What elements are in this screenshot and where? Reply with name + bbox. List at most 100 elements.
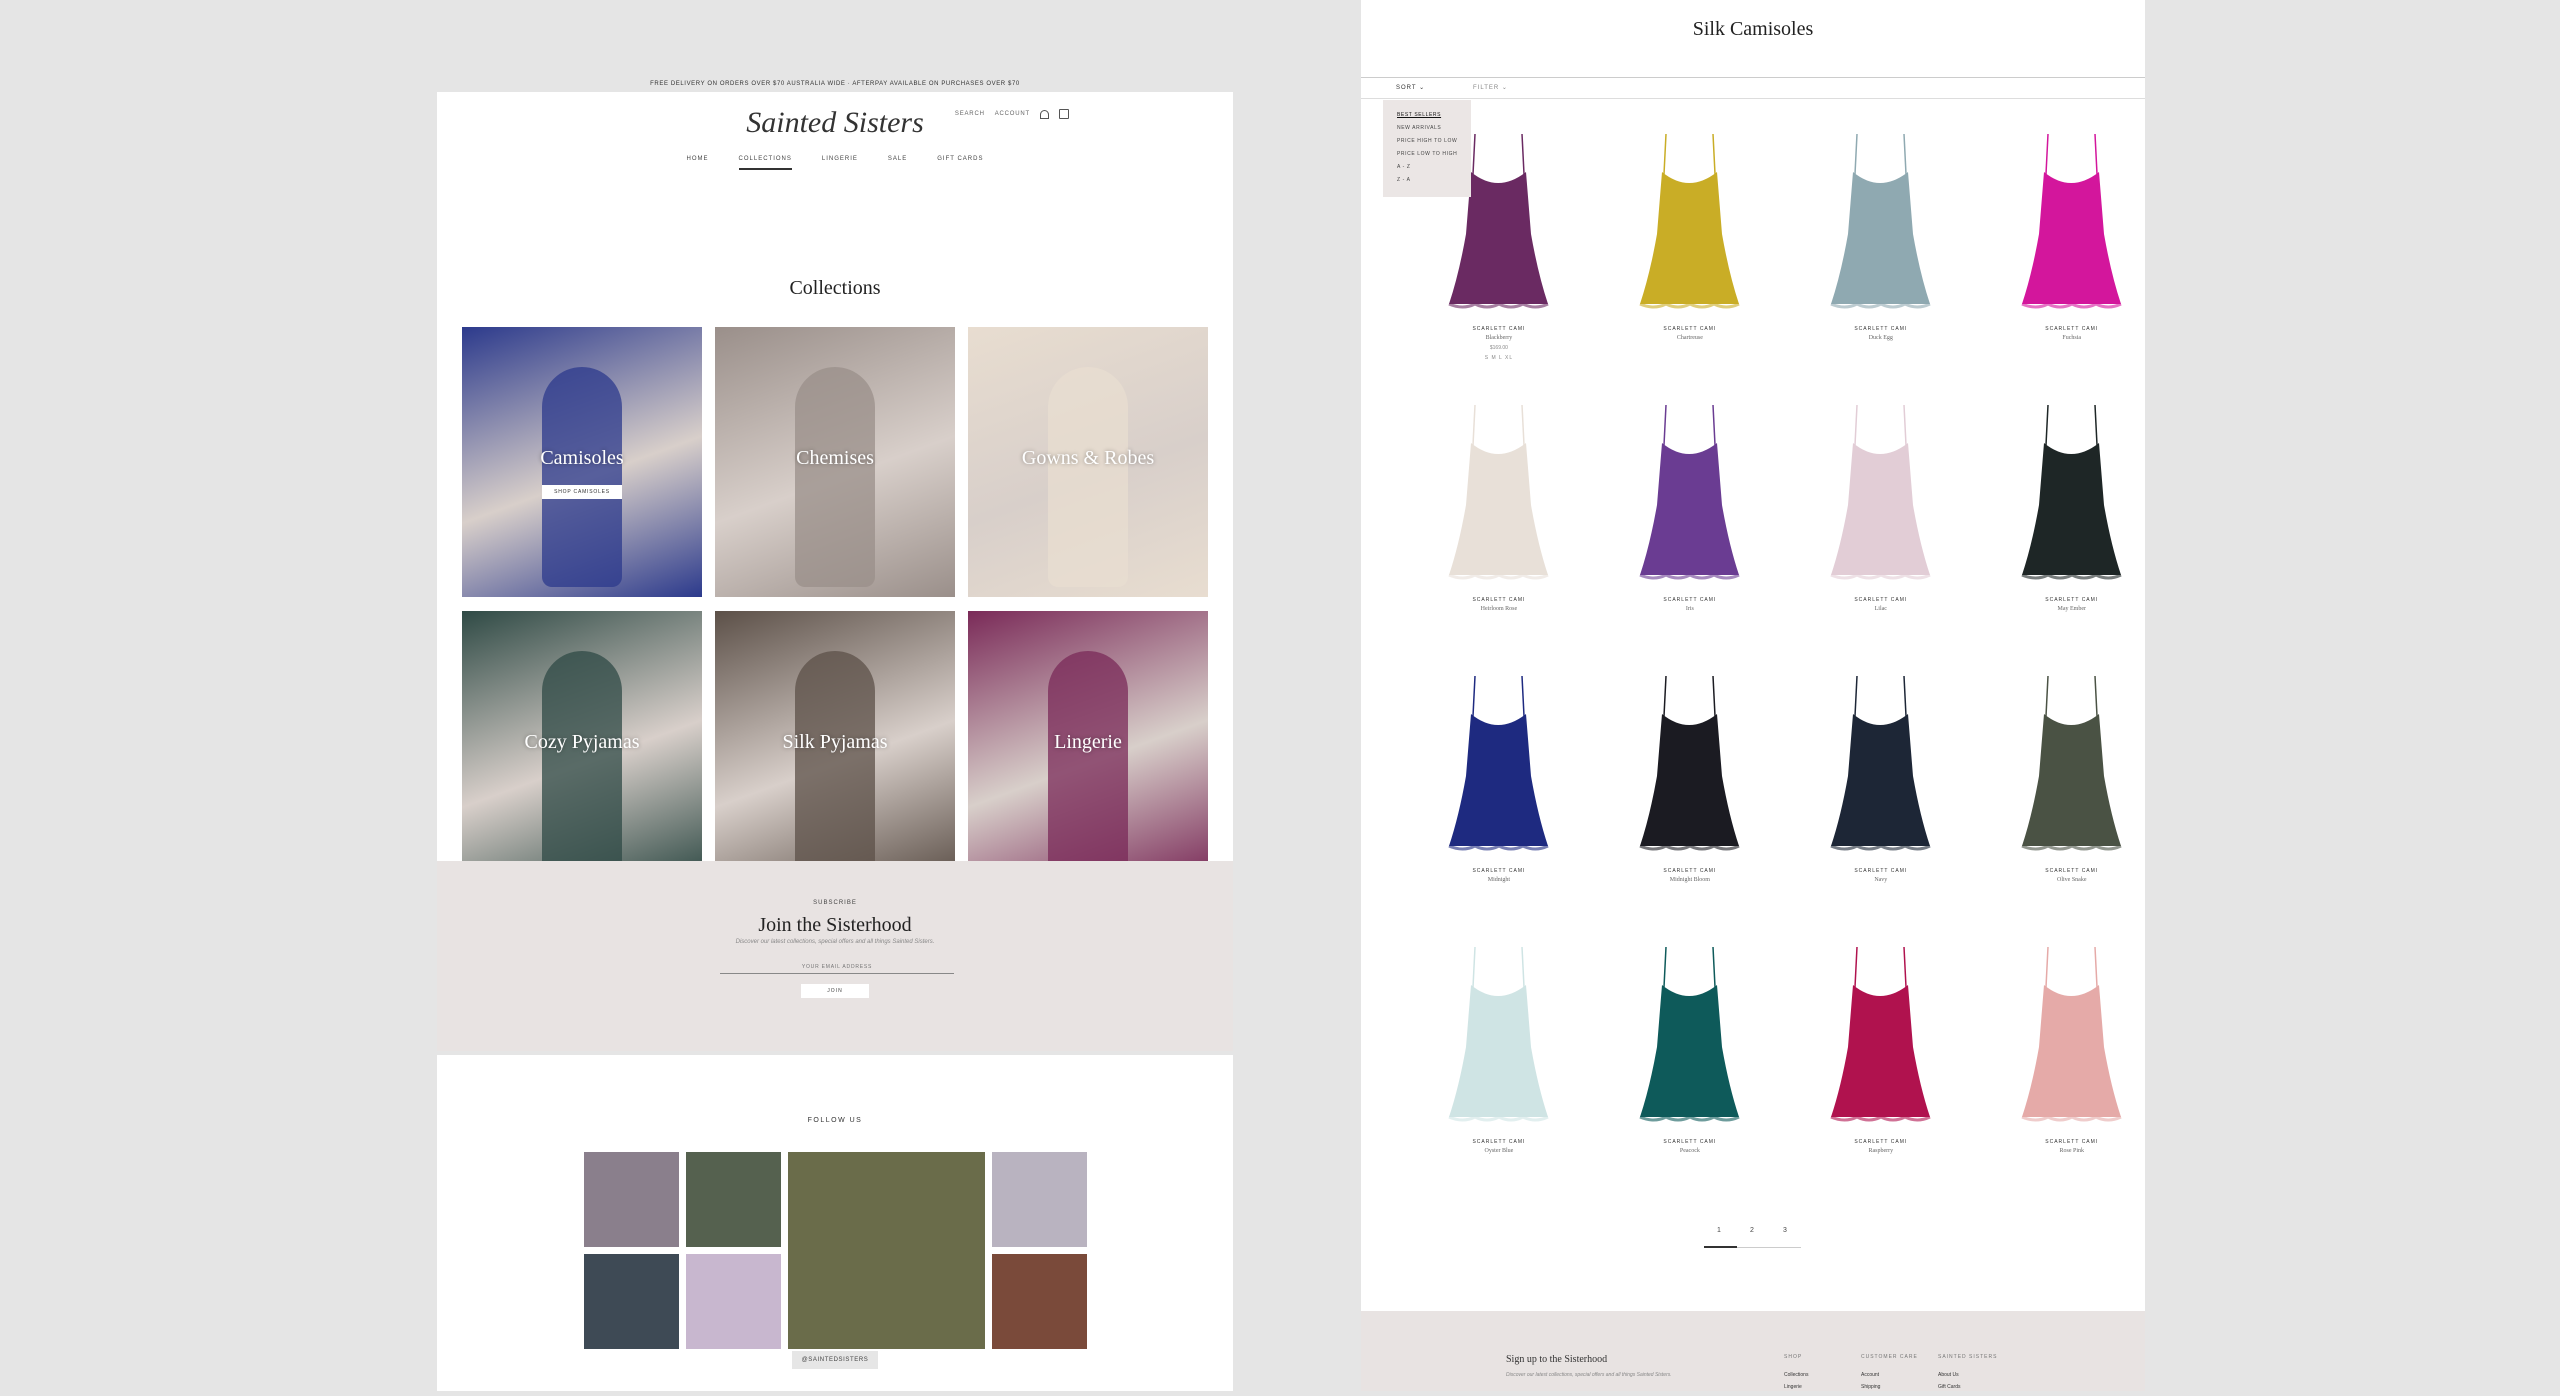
cami-strap xyxy=(1854,946,1859,988)
collection-tile-cozy-pyjamas[interactable]: Cozy Pyjamas xyxy=(462,611,702,881)
collection-tile-lingerie[interactable]: Lingerie xyxy=(968,611,1208,881)
search-link[interactable]: SEARCH xyxy=(955,111,985,117)
product-name[interactable]: SCARLETT CAMI xyxy=(1976,597,2167,603)
page-2[interactable]: 2 xyxy=(1750,1227,1754,1234)
product-card[interactable]: SCARLETT CAMI Raspberry xyxy=(1785,937,1976,1154)
product-card[interactable]: SCARLETT CAMI Duck Egg xyxy=(1785,124,1976,341)
nav-home[interactable]: HOME xyxy=(687,156,709,170)
sort-option-new-arrivals[interactable]: NEW ARRIVALS xyxy=(1397,125,1441,131)
product-image[interactable] xyxy=(1976,666,2167,866)
sort-option-z-a[interactable]: Z - A xyxy=(1397,177,1411,183)
product-name[interactable]: SCARLETT CAMI xyxy=(1594,1139,1785,1145)
heart-icon[interactable] xyxy=(1040,109,1049,119)
product-card[interactable]: SCARLETT CAMI Lilac xyxy=(1785,395,1976,612)
instagram-handle-button[interactable]: @SAINTEDSISTERS xyxy=(792,1351,878,1369)
product-image[interactable] xyxy=(1594,124,1785,324)
instagram-post[interactable] xyxy=(584,1254,679,1349)
product-name[interactable]: SCARLETT CAMI xyxy=(1785,326,1976,332)
account-link[interactable]: ACCOUNT xyxy=(995,111,1030,117)
product-name[interactable]: SCARLETT CAMI xyxy=(1976,1139,2167,1145)
product-image[interactable] xyxy=(1403,937,1594,1137)
product-name[interactable]: SCARLETT CAMI xyxy=(1785,1139,1976,1145)
product-image[interactable] xyxy=(1594,666,1785,866)
footer-link[interactable]: About Us xyxy=(1938,1372,1997,1378)
cami-lace-hem xyxy=(1830,844,1931,851)
collection-tile-silk-pyjamas[interactable]: Silk Pyjamas xyxy=(715,611,955,881)
product-name[interactable]: SCARLETT CAMI xyxy=(1594,868,1785,874)
bag-icon[interactable] xyxy=(1059,109,1069,119)
product-card[interactable]: SCARLETT CAMI Iris xyxy=(1594,395,1785,612)
product-card[interactable]: SCARLETT CAMI Midnight xyxy=(1403,666,1594,883)
cami-strap xyxy=(2045,404,2049,446)
cami-body xyxy=(1449,985,1549,1117)
page-3[interactable]: 3 xyxy=(1783,1227,1787,1234)
instagram-post[interactable] xyxy=(992,1152,1087,1247)
product-color-name: Iris xyxy=(1685,606,1694,612)
product-card[interactable]: SCARLETT CAMI Midnight Bloom xyxy=(1594,666,1785,883)
instagram-post[interactable] xyxy=(992,1254,1087,1349)
instagram-post[interactable] xyxy=(584,1152,679,1247)
product-card[interactable]: SCARLETT CAMI Rose Pink xyxy=(1976,937,2167,1154)
product-name[interactable]: SCARLETT CAMI xyxy=(1594,597,1785,603)
instagram-post[interactable] xyxy=(686,1152,781,1247)
nav-collections[interactable]: COLLECTIONS xyxy=(738,156,792,170)
product-image[interactable] xyxy=(1594,937,1785,1137)
brand-logo[interactable]: Sainted Sisters xyxy=(437,106,1233,140)
nav-gift-cards[interactable]: GIFT CARDS xyxy=(937,156,983,170)
product-image[interactable] xyxy=(1785,937,1976,1137)
product-card[interactable]: SCARLETT CAMI Heirloom Rose xyxy=(1403,395,1594,612)
product-card[interactable]: SCARLETT CAMI Navy xyxy=(1785,666,1976,883)
follow-title: FOLLOW US xyxy=(807,1117,863,1124)
product-card[interactable]: SCARLETT CAMI Fuchsia xyxy=(1976,124,2167,341)
product-image[interactable] xyxy=(1976,937,2167,1137)
collection-tile-gowns-robes[interactable]: Gowns & Robes xyxy=(968,327,1208,597)
product-name[interactable]: SCARLETT CAMI xyxy=(1785,597,1976,603)
collection-tile-camisoles[interactable]: Camisoles SHOP CAMISOLES xyxy=(462,327,702,597)
cami-lace-hem xyxy=(2021,573,2122,580)
join-button[interactable]: JOIN xyxy=(801,984,869,998)
footer-link[interactable]: Shipping xyxy=(1861,1384,1918,1390)
sort-option-price-high-low[interactable]: PRICE HIGH TO LOW xyxy=(1397,138,1457,144)
product-image[interactable] xyxy=(1976,124,2167,324)
product-sizes[interactable]: S M L XL xyxy=(1403,355,1594,361)
sort-toggle[interactable]: SORT ⌄ xyxy=(1396,84,1425,91)
product-name[interactable]: SCARLETT CAMI xyxy=(1976,326,2167,332)
instagram-post[interactable] xyxy=(686,1254,781,1349)
email-field[interactable] xyxy=(720,961,954,974)
footer-link[interactable]: Account xyxy=(1861,1372,1918,1378)
product-image[interactable] xyxy=(1785,666,1976,866)
sort-option-best-sellers[interactable]: BEST SELLERS xyxy=(1397,112,1441,118)
sort-option-a-z[interactable]: A - Z xyxy=(1397,164,1411,170)
footer-link[interactable]: Gift Cards xyxy=(1938,1384,1997,1390)
footer-link[interactable]: Lingerie xyxy=(1784,1384,1808,1390)
product-image[interactable] xyxy=(1594,395,1785,595)
product-name[interactable]: SCARLETT CAMI xyxy=(1976,868,2167,874)
product-color-name: Lilac xyxy=(1874,606,1887,612)
product-name[interactable]: SCARLETT CAMI xyxy=(1403,326,1594,332)
product-image[interactable] xyxy=(1403,666,1594,866)
product-image[interactable] xyxy=(1785,395,1976,595)
product-name[interactable]: SCARLETT CAMI xyxy=(1403,597,1594,603)
cami-strap xyxy=(2045,675,2049,717)
product-name[interactable]: SCARLETT CAMI xyxy=(1594,326,1785,332)
shop-camisoles-button[interactable]: SHOP CAMISOLES xyxy=(542,485,622,499)
instagram-post[interactable] xyxy=(788,1152,985,1349)
page-1[interactable]: 1 xyxy=(1717,1227,1721,1234)
product-name[interactable]: SCARLETT CAMI xyxy=(1403,868,1594,874)
product-card[interactable]: SCARLETT CAMI May Ember xyxy=(1976,395,2167,612)
product-image[interactable] xyxy=(1785,124,1976,324)
product-card[interactable]: SCARLETT CAMI Chartreuse xyxy=(1594,124,1785,341)
nav-lingerie[interactable]: LINGERIE xyxy=(822,156,858,170)
filter-toggle[interactable]: FILTER ⌄ xyxy=(1473,84,1508,91)
product-name[interactable]: SCARLETT CAMI xyxy=(1785,868,1976,874)
product-name[interactable]: SCARLETT CAMI xyxy=(1403,1139,1594,1145)
sort-option-price-low-high[interactable]: PRICE LOW TO HIGH xyxy=(1397,151,1457,157)
product-card[interactable]: SCARLETT CAMI Olive Snake xyxy=(1976,666,2167,883)
collection-tile-chemises[interactable]: Chemises xyxy=(715,327,955,597)
product-card[interactable]: SCARLETT CAMI Peacock xyxy=(1594,937,1785,1154)
nav-sale[interactable]: SALE xyxy=(888,156,907,170)
product-card[interactable]: SCARLETT CAMI Oyster Blue xyxy=(1403,937,1594,1154)
product-image[interactable] xyxy=(1976,395,2167,595)
product-image[interactable] xyxy=(1403,395,1594,595)
footer-link[interactable]: Collections xyxy=(1784,1372,1808,1378)
